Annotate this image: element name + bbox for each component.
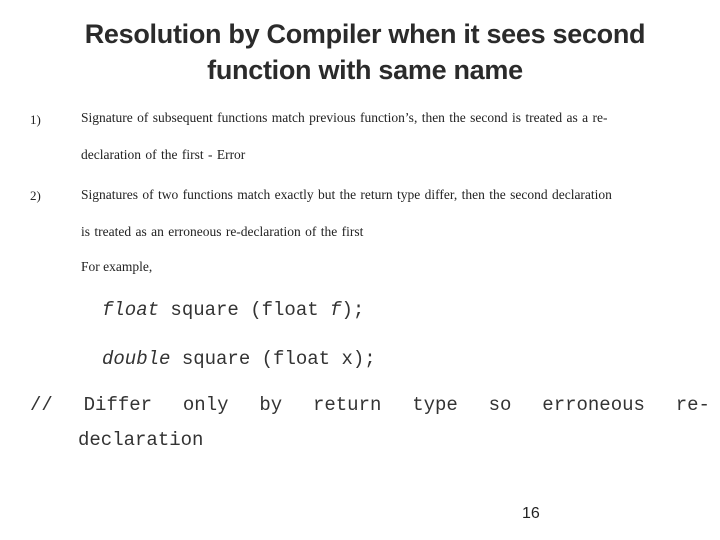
page-number: 16 [522, 505, 540, 522]
item-2-line-2: is treated as an erroneous re-declaratio… [81, 224, 364, 239]
item-1-line-2: declaration of the first - Error [81, 147, 246, 162]
item-2-text: Signatures of two functions match exactl… [81, 176, 701, 250]
comment-line-1: // Differ only by return type so erroneo… [30, 388, 710, 423]
code-return-type-float: float [102, 299, 160, 321]
item-1-number: 1) [30, 112, 41, 127]
comment-word: re- [675, 394, 710, 416]
code-line-2: double square (float x); [102, 348, 376, 370]
comment-word: erroneous [542, 394, 645, 416]
item-2-number: 2) [30, 188, 41, 203]
code-signature-1: square (float [159, 299, 331, 321]
title-line-2: function with same name [207, 55, 523, 85]
code-param-f: f [330, 299, 342, 321]
code-line-1: float square (float f); [102, 299, 364, 321]
slide: Resolution by Compiler when it sees seco… [0, 0, 720, 540]
comment-word: // [30, 394, 53, 416]
item-2-line-1: Signatures of two functions match exactl… [81, 187, 612, 202]
title-line-1: Resolution by Compiler when it sees seco… [84, 19, 646, 49]
code-return-type-double: double [102, 348, 171, 370]
code-end-1: ); [341, 299, 365, 321]
comment-line-2: declaration [78, 429, 204, 451]
slide-title: Resolution by Compiler when it sees seco… [0, 16, 720, 88]
comment-word: return [312, 394, 382, 416]
comment-word: type [412, 394, 458, 416]
item-1-text: Signature of subsequent functions match … [81, 99, 701, 173]
item-1-line-1: Signature of subsequent functions match … [81, 110, 608, 125]
example-label: For example, [81, 259, 153, 274]
comment-word: Differ [83, 394, 153, 416]
comment-word: only [182, 394, 229, 416]
code-signature-2: square (float x); [170, 348, 376, 370]
comment-word: by [259, 394, 283, 416]
comment-word: so [488, 394, 512, 416]
code-comment: // Differ only by return type so erroneo… [30, 388, 710, 458]
